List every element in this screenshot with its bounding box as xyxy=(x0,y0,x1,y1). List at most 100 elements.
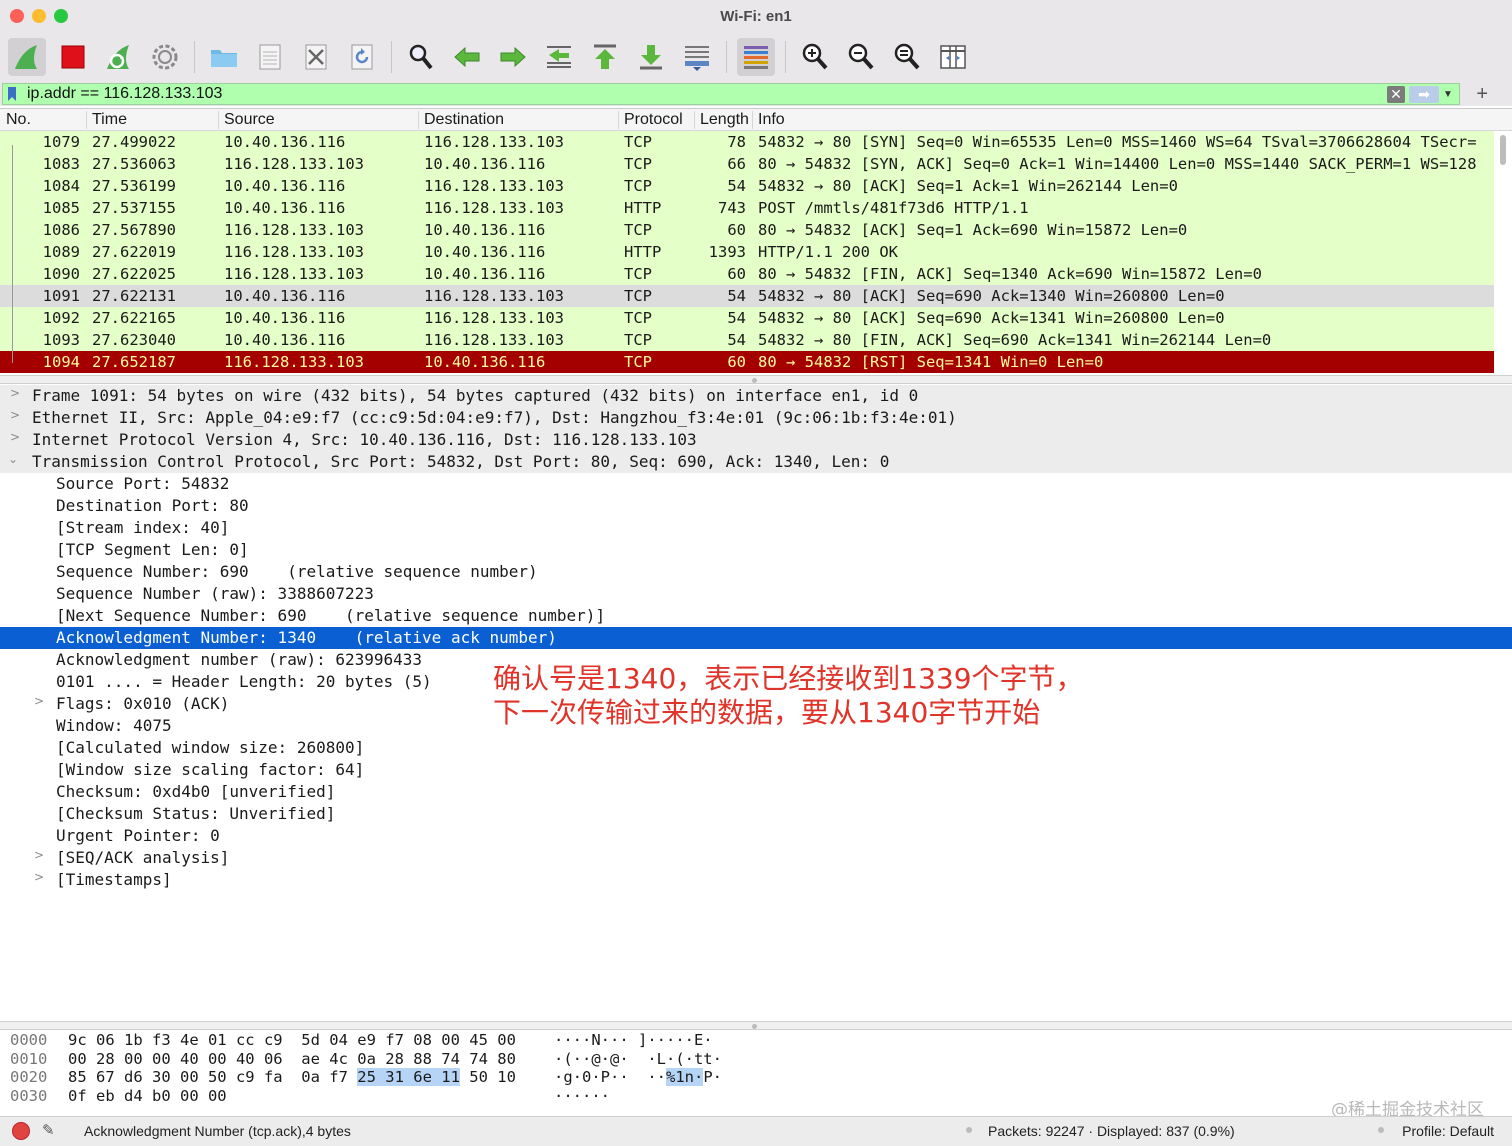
column-header-destination[interactable]: Destination xyxy=(424,111,614,129)
detail-field-seqack[interactable]: > [SEQ/ACK analysis] xyxy=(0,847,1512,869)
first-packet-button[interactable] xyxy=(586,38,624,76)
bytes-row[interactable]: 0020 85 67 d6 30 00 50 c9 fa 0a f7 25 31… xyxy=(0,1067,1512,1086)
start-capture-button[interactable] xyxy=(8,38,46,76)
column-divider[interactable] xyxy=(618,111,619,129)
display-filter-input[interactable]: ip.addr == 116.128.133.103 ✕ ➡ ▼ xyxy=(2,83,1460,105)
pane-splitter[interactable] xyxy=(0,375,1512,384)
detail-field[interactable]: Sequence Number (raw): 3388607223 xyxy=(0,583,1512,605)
filter-text[interactable]: ip.addr == 116.128.133.103 xyxy=(21,85,222,103)
expand-arrow-icon[interactable]: > xyxy=(34,870,48,884)
go-forward-button[interactable] xyxy=(494,38,532,76)
edit-comment-icon[interactable]: ✎ xyxy=(42,1121,62,1141)
minimize-window-button[interactable] xyxy=(32,9,46,23)
detail-field[interactable]: [Window size scaling factor: 64] xyxy=(0,759,1512,781)
column-header-protocol[interactable]: Protocol xyxy=(624,111,692,129)
close-file-button[interactable] xyxy=(297,38,335,76)
bytes-row[interactable]: 0030 0f eb d4 b0 00 00 ······ xyxy=(0,1086,1512,1105)
autoscroll-button[interactable] xyxy=(678,38,716,76)
save-file-button[interactable] xyxy=(251,38,289,76)
packet-row[interactable]: 1092 27.622165 10.40.136.116 116.128.133.10… xyxy=(0,307,1494,329)
column-divider[interactable] xyxy=(86,111,87,129)
detail-field[interactable]: Source Port: 54832 xyxy=(0,473,1512,495)
expert-info-icon[interactable] xyxy=(12,1122,30,1140)
detail-field[interactable]: [Stream index: 40] xyxy=(0,517,1512,539)
packet-row[interactable]: 1093 27.623040 10.40.136.116 116.128.133.10… xyxy=(0,329,1494,351)
find-packet-button[interactable] xyxy=(402,38,440,76)
column-divider[interactable] xyxy=(752,111,753,129)
detail-field[interactable]: Checksum: 0xd4b0 [unverified] xyxy=(0,781,1512,803)
packet-row[interactable]: 1085 27.537155 10.40.136.116 116.128.133.10… xyxy=(0,197,1494,219)
splitter-handle[interactable] xyxy=(752,1024,757,1029)
go-back-icon xyxy=(454,46,480,68)
column-header-no[interactable]: No. xyxy=(6,111,86,129)
packet-row[interactable]: 1090 27.622025 116.128.133.103 10.40.136.11… xyxy=(0,263,1494,285)
detail-field-timestamps[interactable]: > [Timestamps] xyxy=(0,869,1512,891)
packet-list-scrollbar[interactable] xyxy=(1500,135,1506,165)
detail-field[interactable]: [Checksum Status: Unverified] xyxy=(0,803,1512,825)
packet-row-rst[interactable]: 1094 27.652187 116.128.133.103 10.40.136.11… xyxy=(0,351,1494,373)
zoom-normal-button[interactable] xyxy=(888,38,926,76)
column-divider[interactable] xyxy=(218,111,219,129)
column-header-length[interactable]: Length xyxy=(700,111,748,129)
hex-text: 85 67 d6 30 00 50 c9 fa 0a f7 xyxy=(68,1068,358,1086)
packet-row[interactable]: 1084 27.536199 10.40.136.116 116.128.133.10… xyxy=(0,175,1494,197)
expand-arrow-icon[interactable]: > xyxy=(10,430,24,444)
detail-field[interactable]: [Next Sequence Number: 690 (relative seq… xyxy=(0,605,1512,627)
packet-protocol: TCP xyxy=(624,331,652,349)
expand-arrow-icon[interactable]: > xyxy=(34,694,48,708)
bookmark-icon[interactable] xyxy=(3,84,21,104)
close-window-button[interactable] xyxy=(10,9,24,23)
column-header-info[interactable]: Info xyxy=(758,111,958,129)
column-header-source[interactable]: Source xyxy=(224,111,414,129)
packet-row[interactable]: 1079 27.499022 10.40.136.116 116.128.133.10… xyxy=(0,131,1494,153)
packet-source: 10.40.136.116 xyxy=(224,133,346,151)
zoom-out-button[interactable] xyxy=(842,38,880,76)
detail-text: [Checksum Status: Unverified] xyxy=(56,804,336,823)
detail-field-selected[interactable]: Acknowledgment Number: 1340 (relative ac… xyxy=(0,627,1512,649)
packet-length: 743 xyxy=(718,199,746,217)
packet-row[interactable]: 1089 27.622019 116.128.133.103 10.40.136.11… xyxy=(0,241,1494,263)
expand-arrow-icon[interactable]: > xyxy=(10,386,24,400)
go-back-button[interactable] xyxy=(448,38,486,76)
stop-capture-button[interactable] xyxy=(54,38,92,76)
column-divider[interactable] xyxy=(418,111,419,129)
zoom-in-button[interactable] xyxy=(796,38,834,76)
bytes-row[interactable]: 0000 9c 06 1b f3 4e 01 cc c9 5d 04 e9 f7… xyxy=(0,1030,1512,1049)
zoom-window-button[interactable] xyxy=(54,9,68,23)
packet-row-selected[interactable]: 1091 27.622131 10.40.136.116 116.128.133.10… xyxy=(0,285,1494,307)
detail-ethernet[interactable]: > Ethernet II, Src: Apple_04:e9:f7 (cc:c9… xyxy=(0,407,1512,429)
packet-row[interactable]: 1083 27.536063 116.128.133.103 10.40.136.11… xyxy=(0,153,1494,175)
column-header-time[interactable]: Time xyxy=(92,111,216,129)
packet-row[interactable]: 1086 27.567890 116.128.133.103 10.40.136.11… xyxy=(0,219,1494,241)
splitter-handle[interactable] xyxy=(752,378,757,383)
restart-capture-button[interactable] xyxy=(100,38,138,76)
status-profile[interactable]: Profile: Default xyxy=(1402,1123,1494,1139)
pane-splitter[interactable] xyxy=(0,1021,1512,1030)
bytes-row[interactable]: 0010 00 28 00 00 40 00 40 06 ae 4c 0a 28… xyxy=(0,1049,1512,1068)
go-to-packet-button[interactable] xyxy=(540,38,578,76)
clear-filter-icon[interactable]: ✕ xyxy=(1387,86,1405,103)
detail-ipv4[interactable]: > Internet Protocol Version 4, Src: 10.40… xyxy=(0,429,1512,451)
detail-field[interactable]: Sequence Number: 690 (relative sequence … xyxy=(0,561,1512,583)
detail-tcp[interactable]: ⌄ Transmission Control Protocol, Src Port… xyxy=(0,451,1512,473)
filter-dropdown-icon[interactable]: ▼ xyxy=(1443,86,1455,103)
apply-filter-arrow-icon[interactable]: ➡ xyxy=(1409,86,1439,103)
detail-frame[interactable]: > Frame 1091: 54 bytes on wire (432 bits)… xyxy=(0,385,1512,407)
detail-field[interactable]: Urgent Pointer: 0 xyxy=(0,825,1512,847)
add-filter-button[interactable]: + xyxy=(1476,84,1488,104)
reload-file-button[interactable] xyxy=(343,38,381,76)
detail-field[interactable]: [TCP Segment Len: 0] xyxy=(0,539,1512,561)
column-divider[interactable] xyxy=(694,111,695,129)
last-packet-button[interactable] xyxy=(632,38,670,76)
resize-columns-button[interactable] xyxy=(934,38,972,76)
collapse-arrow-icon[interactable]: ⌄ xyxy=(8,452,22,466)
colorize-button[interactable] xyxy=(737,38,775,76)
open-file-button[interactable] xyxy=(205,38,243,76)
expand-arrow-icon[interactable]: > xyxy=(10,408,24,422)
packet-source: 10.40.136.116 xyxy=(224,177,346,195)
expand-arrow-icon[interactable]: > xyxy=(34,848,48,862)
detail-field[interactable]: Destination Port: 80 xyxy=(0,495,1512,517)
detail-field[interactable]: [Calculated window size: 260800] xyxy=(0,737,1512,759)
packet-length: 54 xyxy=(727,287,746,305)
capture-options-button[interactable] xyxy=(146,38,184,76)
